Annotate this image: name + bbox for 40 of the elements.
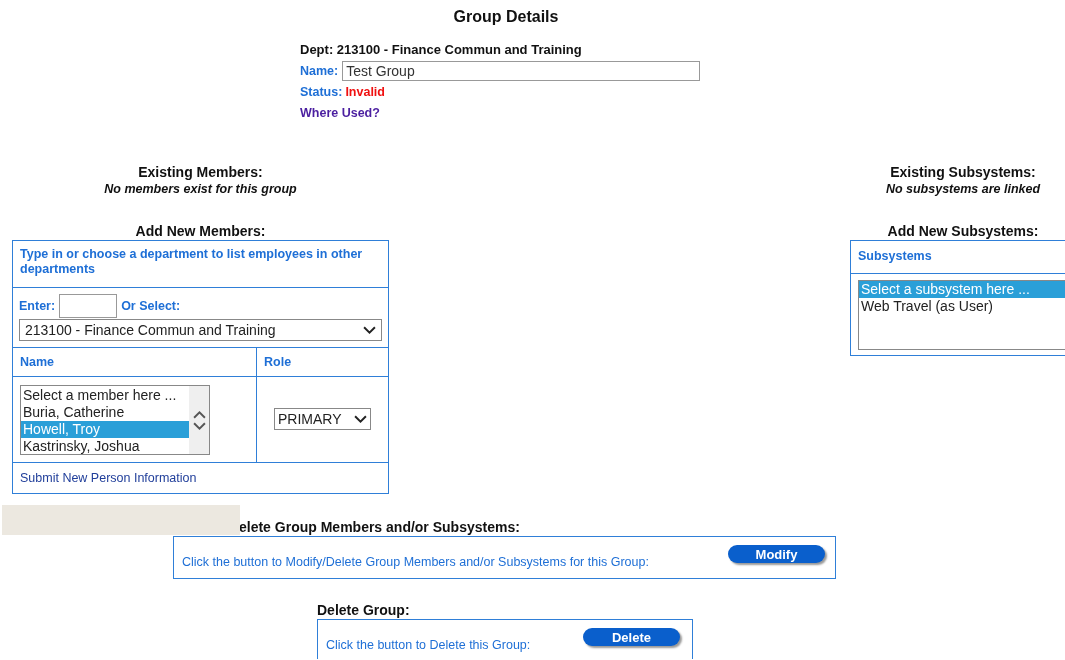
enter-label: Enter: bbox=[19, 299, 56, 313]
delete-heading: Delete Group: bbox=[317, 602, 411, 619]
no-members-note: No members exist for this group bbox=[103, 181, 298, 197]
where-used-link[interactable]: Where Used? bbox=[300, 105, 380, 120]
status-label: Status: bbox=[300, 84, 343, 99]
instructions-text: Type in or choose a department to list employees in other departments bbox=[20, 247, 363, 276]
delete-button[interactable]: Delete bbox=[583, 628, 680, 646]
column-header: Name bbox=[20, 355, 55, 369]
status-value: Invalid bbox=[345, 84, 385, 99]
name-label: Name: bbox=[300, 63, 339, 78]
subsystem-option[interactable]: Web Travel (as User) bbox=[859, 298, 1065, 315]
column-header: Role bbox=[264, 355, 292, 369]
existing-subsystems-heading: Existing Subsystems: bbox=[889, 164, 1037, 181]
or-select-label: Or Select: bbox=[121, 299, 181, 313]
modify-instructions: Click the button to Modify/Delete Group Members and/or Subsystems for this Group: bbox=[182, 555, 649, 569]
add-members-heading: Add New Members: bbox=[134, 223, 267, 240]
member-option[interactable]: Select a member here ... bbox=[21, 387, 189, 404]
modify-heading: elete Group Members and/or Subsystems: bbox=[238, 519, 521, 536]
role-dropdown[interactable]: PRIMARY bbox=[274, 408, 371, 430]
subsystems-heading: Subsystems bbox=[858, 249, 932, 263]
submit-person-link[interactable]: Submit New Person Information bbox=[20, 471, 197, 485]
existing-members-heading: Existing Members: bbox=[137, 164, 264, 181]
member-listbox[interactable]: Select a member here ... Buria, Catherine Howell, Troy Kastrinsky, Joshua bbox=[20, 385, 210, 455]
chevron-down-icon bbox=[363, 325, 376, 335]
subsystem-listbox[interactable]: Select a subsystem here ... Web Travel (as User) bbox=[858, 280, 1065, 350]
add-subsystems-heading: Add New Subsystems: bbox=[886, 223, 1040, 240]
no-subsystems-note: No subsystems are linked bbox=[884, 181, 1042, 197]
member-option[interactable]: Kastrinsky, Joshua bbox=[21, 438, 189, 454]
department-dropdown[interactable]: 213100 - Finance Commun and Training bbox=[19, 319, 382, 341]
department-label: Dept: 213100 - Finance Commun and Training bbox=[300, 41, 583, 59]
page-title: Group Details bbox=[452, 7, 560, 26]
delete-instructions: Click the button to Delete this Group: bbox=[326, 638, 531, 652]
chevron-down-icon bbox=[192, 421, 206, 431]
scrollbar[interactable] bbox=[189, 386, 209, 454]
chevron-up-icon bbox=[192, 409, 206, 419]
modify-button[interactable]: Modify bbox=[728, 545, 825, 563]
department-code-field[interactable] bbox=[59, 294, 118, 318]
member-option[interactable]: Buria, Catherine bbox=[21, 404, 189, 421]
name-field[interactable]: Test Group bbox=[342, 60, 701, 81]
chevron-down-icon bbox=[354, 414, 367, 424]
